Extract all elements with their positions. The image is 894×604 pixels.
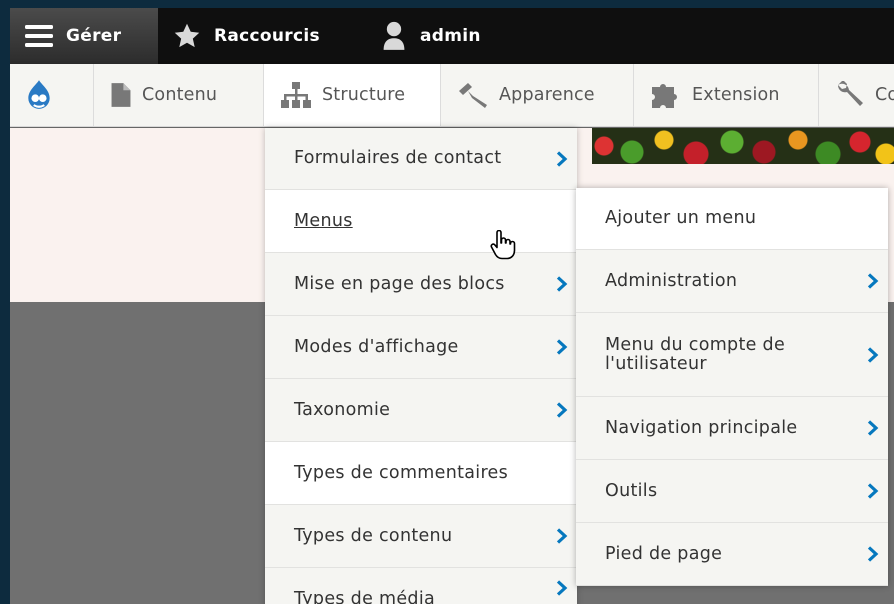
manage-tab[interactable]: Gérer (10, 8, 158, 64)
chevron-right-icon[interactable] (547, 253, 577, 315)
menu-item-label: Taxonomie (294, 399, 391, 420)
shortcuts-label: Raccourcis (214, 26, 320, 46)
shortcuts-tab[interactable]: Raccourcis (172, 8, 320, 64)
tray-item-extend[interactable]: Extension (634, 64, 819, 126)
menu-item-label: Types de média (294, 589, 436, 604)
tray-item-structure[interactable]: Structure (264, 64, 441, 126)
menu-item-display-modes[interactable]: Modes d'affichage (265, 316, 577, 379)
menu-item-menus[interactable]: Menus (265, 190, 577, 253)
menu-item-main-navigation[interactable]: Navigation principale (576, 397, 888, 460)
menu-item-user-account-menu[interactable]: Menu du compte de l'utilisateur (576, 313, 888, 397)
puzzle-icon (650, 81, 682, 109)
structure-dropdown-menu: Formulaires de contact Menus Mise en pag… (265, 128, 577, 604)
menu-item-content-types[interactable]: Types de contenu (265, 505, 577, 568)
tray-item-label: Structure (322, 85, 406, 105)
tray-item-label: Apparence (499, 85, 595, 105)
tray-item-content[interactable]: Contenu (94, 64, 264, 126)
chevron-right-icon[interactable] (547, 128, 577, 189)
menu-item-contact-forms[interactable]: Formulaires de contact (265, 128, 577, 190)
tray-home[interactable] (10, 64, 94, 126)
menu-item-comment-types[interactable]: Types de commentaires (265, 442, 577, 505)
hand-cursor-icon (490, 229, 516, 264)
chevron-right-icon[interactable] (858, 397, 888, 459)
hamburger-icon (24, 24, 54, 48)
menu-item-tools[interactable]: Outils (576, 460, 888, 523)
user-tab[interactable]: admin (380, 8, 481, 64)
tray-item-appearance[interactable]: Apparence (441, 64, 634, 126)
menu-item-block-layout[interactable]: Mise en page des blocs (265, 253, 577, 316)
user-label: admin (420, 26, 481, 46)
paintbrush-icon (457, 81, 489, 109)
menu-item-label: Types de contenu (294, 525, 453, 546)
menu-item-media-types[interactable]: Types de média (265, 568, 577, 604)
menu-item-label: Menus (294, 210, 353, 231)
chevron-right-icon[interactable] (858, 250, 888, 312)
admin-toolbar: Gérer Raccourcis admin (10, 8, 894, 64)
admin-tray: Contenu Structure Apparence Extension Co (10, 64, 894, 127)
star-icon (172, 22, 202, 50)
wrench-icon (835, 81, 865, 109)
admin-page: Gérer Raccourcis admin Contenu Structure… (10, 8, 894, 604)
menu-item-label: Modes d'affichage (294, 336, 459, 357)
tray-item-label: Co (875, 85, 894, 105)
menu-item-label: Outils (605, 480, 658, 501)
tray-item-configuration[interactable]: Co (819, 64, 894, 126)
chevron-right-icon[interactable] (858, 523, 888, 585)
menu-item-label: Ajouter un menu (605, 208, 757, 228)
chevron-right-icon[interactable] (547, 316, 577, 378)
manage-label: Gérer (66, 26, 122, 46)
menu-item-label: Formulaires de contact (294, 148, 502, 168)
menu-item-label: Mise en page des blocs (294, 273, 505, 294)
menu-item-taxonomy[interactable]: Taxonomie (265, 379, 577, 442)
menu-item-add-menu[interactable]: Ajouter un menu (576, 188, 888, 250)
sitemap-icon (280, 81, 312, 109)
menu-item-label: Navigation principale (605, 417, 798, 438)
tray-item-label: Contenu (142, 85, 218, 105)
hero-image (592, 128, 894, 164)
menu-item-label: Administration (605, 270, 738, 291)
file-icon (110, 82, 132, 108)
menu-item-label: Types de commentaires (294, 462, 509, 483)
chevron-right-icon[interactable] (858, 460, 888, 522)
chevron-right-icon[interactable] (547, 379, 577, 441)
menus-submenu: Ajouter un menu Administration Menu du c… (576, 188, 888, 586)
menu-item-administration[interactable]: Administration (576, 250, 888, 313)
chevron-right-icon[interactable] (547, 505, 577, 567)
menu-item-footer[interactable]: Pied de page (576, 523, 888, 586)
user-icon (380, 21, 408, 51)
menu-item-label: Menu du compte de l'utilisateur (605, 334, 786, 374)
chevron-right-icon[interactable] (547, 568, 577, 604)
chevron-right-icon[interactable] (858, 313, 888, 396)
tray-item-label: Extension (692, 85, 780, 105)
menu-item-label: Pied de page (605, 543, 723, 564)
drupal-drop-icon (24, 79, 54, 111)
